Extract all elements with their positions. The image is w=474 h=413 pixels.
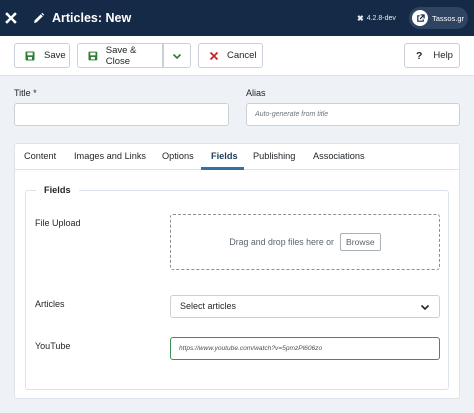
save-icon — [88, 51, 98, 60]
save-close-button[interactable]: Save & Close — [77, 43, 163, 68]
user-menu-button[interactable]: Tassos.gr — [409, 7, 468, 29]
app-header: Articles: New ✖ 4.2.8-dev Tassos.gr — [0, 0, 474, 36]
save-label: Save — [44, 50, 66, 61]
youtube-url-input[interactable]: https://www.youtube.com/watch?v=5pmzPl60… — [170, 337, 440, 360]
tab-options[interactable]: Options — [162, 144, 194, 170]
chevron-down-icon — [172, 53, 182, 59]
articles-select-value: Select articles — [180, 301, 237, 311]
version-indicator: ✖ 4.2.8-dev — [357, 0, 396, 36]
save-button[interactable]: Save — [14, 43, 70, 68]
question-icon: ? — [416, 49, 423, 62]
articles-select[interactable]: Select articles — [170, 295, 440, 318]
fields-legend: Fields — [36, 185, 79, 195]
editor-card: Content Images and Links Options Fields … — [14, 143, 460, 399]
alias-label: Alias — [246, 88, 266, 98]
save-icon — [25, 51, 35, 60]
tab-bar: Content Images and Links Options Fields … — [15, 144, 459, 170]
chevron-down-icon — [411, 296, 439, 317]
tab-associations[interactable]: Associations — [313, 144, 365, 170]
file-dropzone[interactable]: Drag and drop files here or Browse — [170, 214, 440, 270]
save-close-label: Save & Close — [105, 44, 137, 67]
cancel-label: Cancel — [227, 50, 257, 61]
help-label: Help — [433, 50, 453, 61]
version-text: 4.2.8-dev — [366, 14, 396, 22]
tab-content[interactable]: Content — [24, 144, 56, 170]
browse-button[interactable]: Browse — [340, 233, 381, 251]
help-button[interactable]: ? Help — [404, 43, 460, 68]
joomla-logo-icon[interactable] — [0, 0, 22, 36]
file-upload-label: File Upload — [35, 218, 81, 228]
pencil-icon — [34, 12, 45, 23]
title-label: Title * — [14, 88, 37, 98]
external-link-icon — [412, 10, 428, 26]
cancel-button[interactable]: Cancel — [198, 43, 263, 68]
tab-images-and-links[interactable]: Images and Links — [74, 144, 146, 170]
save-options-dropdown-button[interactable] — [163, 43, 191, 68]
toolbar: Save Save & Close Cancel ? Help — [0, 36, 474, 76]
title-input[interactable] — [14, 103, 229, 126]
joomla-x-icon: ✖ — [357, 13, 364, 23]
youtube-label: YouTube — [35, 341, 71, 351]
tab-publishing[interactable]: Publishing — [253, 144, 295, 170]
active-tab-indicator — [201, 167, 244, 170]
close-icon — [209, 51, 219, 60]
articles-label: Articles — [35, 299, 65, 309]
page-title-text: Articles: New — [52, 11, 132, 25]
alias-input[interactable]: Auto-generate from title — [246, 103, 460, 126]
user-name: Tassos.gr — [432, 13, 465, 23]
page-title: Articles: New — [32, 11, 131, 25]
dropzone-text: Drag and drop files here or — [229, 237, 334, 247]
